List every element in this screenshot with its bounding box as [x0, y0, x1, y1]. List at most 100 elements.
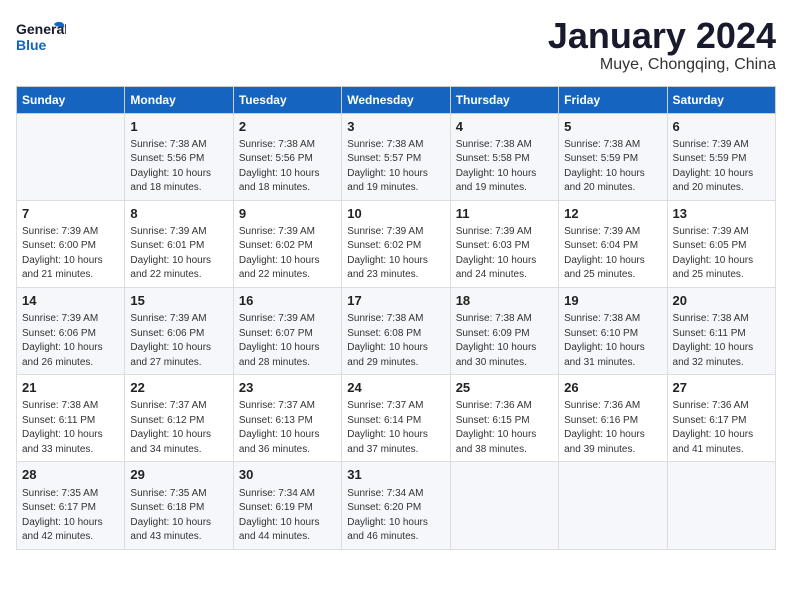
day-info: Sunrise: 7:39 AMSunset: 6:06 PMDaylight:… [130, 312, 227, 370]
calendar-week-row: 21 Sunrise: 7:38 AMSunset: 6:11 PMDayligh… [17, 375, 776, 462]
weekday-header-tuesday: Tuesday [233, 86, 341, 113]
day-info: Sunrise: 7:36 AMSunset: 6:15 PMDaylight:… [456, 399, 553, 457]
day-number: 10 [347, 205, 444, 223]
day-number: 4 [456, 118, 553, 136]
calendar-cell: 1 Sunrise: 7:38 AMSunset: 5:56 PMDaylight… [125, 113, 233, 200]
calendar-cell [17, 113, 125, 200]
day-info: Sunrise: 7:38 AMSunset: 6:09 PMDaylight:… [456, 312, 553, 370]
calendar-cell: 19Sunrise: 7:38 AMSunset: 6:10 PMDayligh… [559, 287, 667, 374]
calendar-cell: 18 Sunrise: 7:38 AMSunset: 6:09 PMDayligh… [450, 287, 558, 374]
calendar-cell: 24 Sunrise: 7:37 AMSunset: 6:14 PMDayligh… [342, 375, 450, 462]
calendar-cell: 11 Sunrise: 7:39 AMSunset: 6:03 PMDayligh… [450, 200, 558, 287]
day-info: Sunrise: 7:36 AMSunset: 6:17 PMDaylight:… [673, 399, 770, 457]
calendar-cell: 25Sunrise: 7:36 AMSunset: 6:15 PMDayligh… [450, 375, 558, 462]
day-info: Sunrise: 7:38 AMSunset: 5:59 PMDaylight:… [564, 138, 661, 196]
day-number: 23 [239, 379, 336, 397]
day-number: 9 [239, 205, 336, 223]
calendar-cell: 30 Sunrise: 7:34 AMSunset: 6:19 PMDayligh… [233, 462, 341, 549]
day-info: Sunrise: 7:38 AMSunset: 5:58 PMDaylight:… [456, 138, 553, 196]
logo-icon: General Blue [16, 16, 66, 56]
calendar-cell: 13 Sunrise: 7:39 AMSunset: 6:05 PMDayligh… [667, 200, 775, 287]
day-number: 3 [347, 118, 444, 136]
calendar-week-row: 1 Sunrise: 7:38 AMSunset: 5:56 PMDaylight… [17, 113, 776, 200]
day-info: Sunrise: 7:38 AMSunset: 5:56 PMDaylight:… [239, 138, 336, 196]
day-number: 26 [564, 379, 661, 397]
calendar-cell: 15Sunrise: 7:39 AMSunset: 6:06 PMDayligh… [125, 287, 233, 374]
calendar-cell: 5Sunrise: 7:38 AMSunset: 5:59 PMDaylight… [559, 113, 667, 200]
calendar-cell: 29 Sunrise: 7:35 AMSunset: 6:18 PMDayligh… [125, 462, 233, 549]
day-number: 21 [22, 379, 119, 397]
day-info: Sunrise: 7:38 AMSunset: 6:11 PMDaylight:… [22, 399, 119, 457]
day-info: Sunrise: 7:34 AMSunset: 6:19 PMDaylight:… [239, 487, 336, 545]
calendar-week-row: 28Sunrise: 7:35 AMSunset: 6:17 PMDayligh… [17, 462, 776, 549]
calendar-cell: 14 Sunrise: 7:39 AMSunset: 6:06 PMDayligh… [17, 287, 125, 374]
day-number: 31 [347, 466, 444, 484]
calendar-cell: 8 Sunrise: 7:39 AMSunset: 6:01 PMDaylight… [125, 200, 233, 287]
day-info: Sunrise: 7:39 AMSunset: 6:02 PMDaylight:… [347, 225, 444, 283]
day-info: Sunrise: 7:39 AMSunset: 6:06 PMDaylight:… [22, 312, 119, 370]
calendar-cell: 3 Sunrise: 7:38 AMSunset: 5:57 PMDaylight… [342, 113, 450, 200]
day-number: 2 [239, 118, 336, 136]
day-number: 22 [130, 379, 227, 397]
weekday-header-friday: Friday [559, 86, 667, 113]
day-number: 24 [347, 379, 444, 397]
weekday-header-monday: Monday [125, 86, 233, 113]
day-number: 20 [673, 292, 770, 310]
calendar-week-row: 7Sunrise: 7:39 AMSunset: 6:00 PMDaylight… [17, 200, 776, 287]
day-number: 6 [673, 118, 770, 136]
day-info: Sunrise: 7:39 AMSunset: 6:03 PMDaylight:… [456, 225, 553, 283]
calendar-cell: 26Sunrise: 7:36 AMSunset: 6:16 PMDayligh… [559, 375, 667, 462]
day-number: 1 [130, 118, 227, 136]
day-number: 18 [456, 292, 553, 310]
calendar-cell: 22 Sunrise: 7:37 AMSunset: 6:12 PMDayligh… [125, 375, 233, 462]
month-title: January 2024 [548, 16, 776, 56]
svg-text:Blue: Blue [16, 37, 47, 53]
day-info: Sunrise: 7:38 AMSunset: 6:11 PMDaylight:… [673, 312, 770, 370]
day-info: Sunrise: 7:34 AMSunset: 6:20 PMDaylight:… [347, 487, 444, 545]
calendar-cell [450, 462, 558, 549]
calendar-cell: 16Sunrise: 7:39 AMSunset: 6:07 PMDayligh… [233, 287, 341, 374]
calendar-cell: 2 Sunrise: 7:38 AMSunset: 5:56 PMDaylight… [233, 113, 341, 200]
calendar-cell: 12 Sunrise: 7:39 AMSunset: 6:04 PMDayligh… [559, 200, 667, 287]
calendar-cell: 27Sunrise: 7:36 AMSunset: 6:17 PMDayligh… [667, 375, 775, 462]
calendar-cell: 20 Sunrise: 7:38 AMSunset: 6:11 PMDayligh… [667, 287, 775, 374]
day-info: Sunrise: 7:39 AMSunset: 6:00 PMDaylight:… [22, 225, 119, 283]
day-number: 11 [456, 205, 553, 223]
calendar-cell: 31 Sunrise: 7:34 AMSunset: 6:20 PMDayligh… [342, 462, 450, 549]
day-info: Sunrise: 7:38 AMSunset: 5:56 PMDaylight:… [130, 138, 227, 196]
day-info: Sunrise: 7:38 AMSunset: 6:10 PMDaylight:… [564, 312, 661, 370]
day-info: Sunrise: 7:39 AMSunset: 6:01 PMDaylight:… [130, 225, 227, 283]
calendar-week-row: 14 Sunrise: 7:39 AMSunset: 6:06 PMDayligh… [17, 287, 776, 374]
weekday-header-row: SundayMondayTuesdayWednesdayThursdayFrid… [17, 86, 776, 113]
weekday-header-wednesday: Wednesday [342, 86, 450, 113]
calendar-cell: 23Sunrise: 7:37 AMSunset: 6:13 PMDayligh… [233, 375, 341, 462]
day-info: Sunrise: 7:38 AMSunset: 5:57 PMDaylight:… [347, 138, 444, 196]
day-info: Sunrise: 7:37 AMSunset: 6:14 PMDaylight:… [347, 399, 444, 457]
calendar-cell: 4 Sunrise: 7:38 AMSunset: 5:58 PMDaylight… [450, 113, 558, 200]
day-info: Sunrise: 7:35 AMSunset: 6:18 PMDaylight:… [130, 487, 227, 545]
day-number: 14 [22, 292, 119, 310]
day-info: Sunrise: 7:39 AMSunset: 5:59 PMDaylight:… [673, 138, 770, 196]
calendar-cell [559, 462, 667, 549]
calendar-cell: 9Sunrise: 7:39 AMSunset: 6:02 PMDaylight… [233, 200, 341, 287]
calendar-cell: 6 Sunrise: 7:39 AMSunset: 5:59 PMDaylight… [667, 113, 775, 200]
day-number: 12 [564, 205, 661, 223]
calendar-table: SundayMondayTuesdayWednesdayThursdayFrid… [16, 86, 776, 550]
day-number: 29 [130, 466, 227, 484]
calendar-cell: 10 Sunrise: 7:39 AMSunset: 6:02 PMDayligh… [342, 200, 450, 287]
logo: General Blue [16, 16, 66, 56]
weekday-header-thursday: Thursday [450, 86, 558, 113]
day-number: 30 [239, 466, 336, 484]
location-text: Muye, Chongqing, China [548, 56, 776, 74]
day-info: Sunrise: 7:37 AMSunset: 6:12 PMDaylight:… [130, 399, 227, 457]
calendar-cell: 28Sunrise: 7:35 AMSunset: 6:17 PMDayligh… [17, 462, 125, 549]
title-section: January 2024 Muye, Chongqing, China [548, 16, 776, 74]
day-number: 17 [347, 292, 444, 310]
calendar-cell: 17Sunrise: 7:38 AMSunset: 6:08 PMDayligh… [342, 287, 450, 374]
day-info: Sunrise: 7:39 AMSunset: 6:05 PMDaylight:… [673, 225, 770, 283]
day-info: Sunrise: 7:39 AMSunset: 6:04 PMDaylight:… [564, 225, 661, 283]
day-number: 28 [22, 466, 119, 484]
day-number: 8 [130, 205, 227, 223]
calendar-cell [667, 462, 775, 549]
day-number: 13 [673, 205, 770, 223]
